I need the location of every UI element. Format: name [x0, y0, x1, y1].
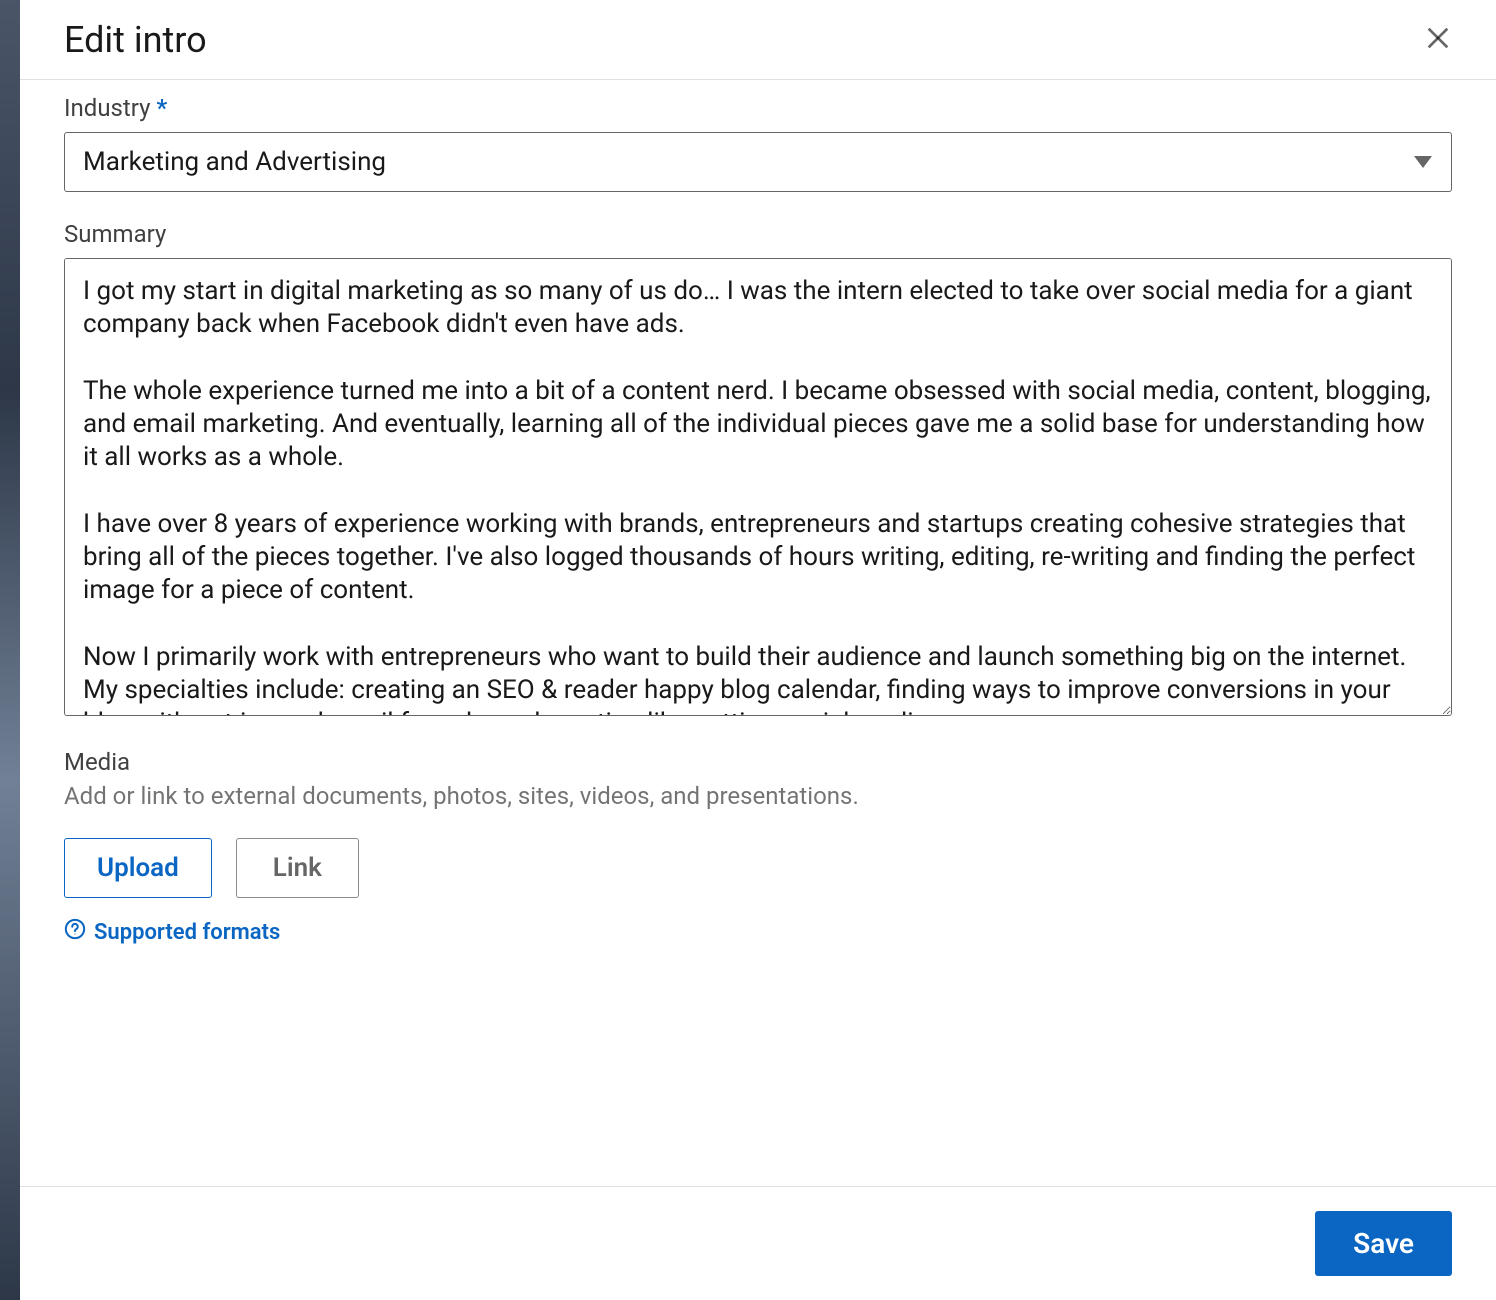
industry-label: Industry * — [64, 94, 1452, 122]
supported-formats-link[interactable]: Supported formats — [64, 918, 1452, 946]
summary-field-group: Summary I got my start in digital market… — [64, 220, 1452, 720]
link-button[interactable]: Link — [236, 838, 359, 898]
close-icon — [1422, 22, 1454, 57]
media-label: Media — [64, 748, 1452, 776]
industry-label-text: Industry — [64, 94, 150, 122]
modal-header: Edit intro — [20, 0, 1496, 80]
edit-intro-modal: Edit intro Industry * Marketing and Adve… — [20, 0, 1496, 1300]
industry-field-group: Industry * Marketing and Advertising — [64, 94, 1452, 192]
modal-title: Edit intro — [64, 19, 207, 61]
required-marker: * — [156, 94, 167, 122]
supported-formats-text: Supported formats — [94, 920, 280, 945]
summary-textarea[interactable]: I got my start in digital marketing as s… — [64, 258, 1452, 716]
industry-select-wrapper: Marketing and Advertising — [64, 132, 1452, 192]
modal-footer: Save — [20, 1186, 1496, 1300]
media-helper-text: Add or link to external documents, photo… — [64, 782, 1452, 810]
media-section: Media Add or link to external documents,… — [64, 748, 1452, 946]
modal-body: Industry * Marketing and Advertising Sum… — [20, 80, 1496, 1186]
help-icon — [64, 918, 86, 946]
upload-button[interactable]: Upload — [64, 838, 212, 898]
save-button[interactable]: Save — [1315, 1211, 1452, 1276]
summary-label: Summary — [64, 220, 1452, 248]
close-button[interactable] — [1418, 18, 1458, 61]
media-buttons: Upload Link — [64, 838, 1452, 898]
modal-backdrop — [0, 0, 20, 1300]
industry-select[interactable]: Marketing and Advertising — [64, 132, 1452, 192]
